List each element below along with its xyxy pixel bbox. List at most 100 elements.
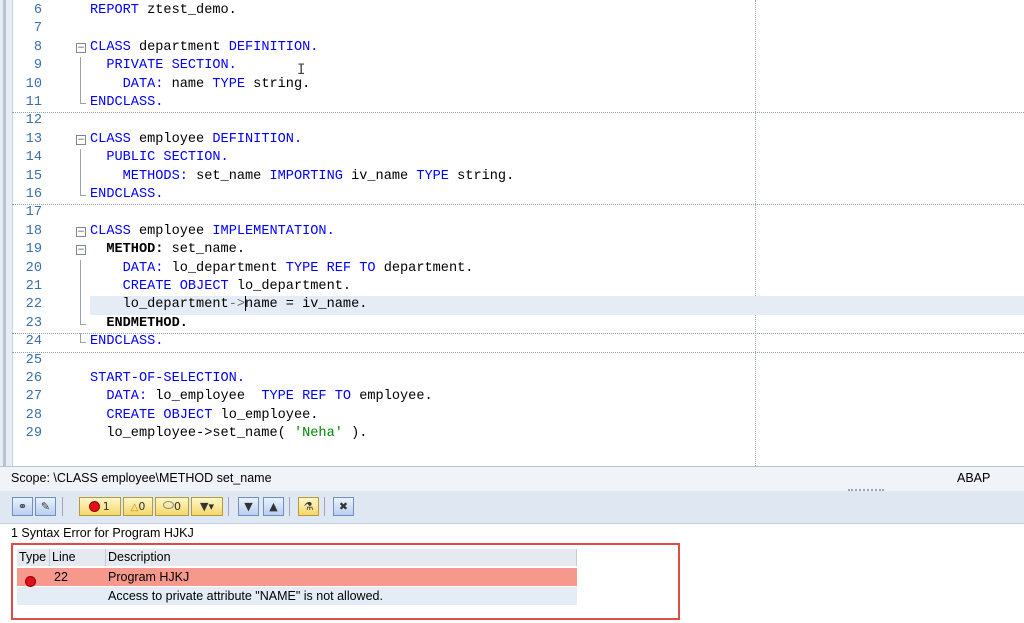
fold-guide [75,167,87,187]
pin-icon[interactable]: ⚗ [298,497,319,516]
code-line[interactable]: 18 CLASS employee IMPLEMENTATION. [12,223,1024,241]
line-number: 9 [33,58,42,74]
fold-guide [75,149,87,168]
fold-toggle-icon[interactable] [75,39,87,57]
info-icon [163,501,174,509]
code-token: DEFINITION. [212,131,303,147]
code-line[interactable]: 27 DATA: lo_employee TYPE REF TO employe… [12,388,1024,406]
code-token: lo_department [90,297,229,313]
fold-toggle-icon[interactable] [75,131,87,149]
error-description: Program HJKJ [108,570,190,584]
code-line[interactable]: 29 lo_employee->set_name( 'Neha' ). [12,425,1024,443]
glasses-icon[interactable]: ⚭ [12,497,33,516]
code-token: TYPE REF TO [285,260,376,276]
code-text: CLASS employee IMPLEMENTATION. [90,223,335,241]
code-token: REPORT [90,3,139,18]
line-number: 21 [25,279,42,294]
line-number: 15 [25,168,42,184]
code-token: START-OF-SELECTION. [90,371,245,386]
code-token: name [163,76,213,92]
errors-filter-button[interactable]: 1 [79,497,121,516]
warning-count: 0 [138,500,146,513]
error-detail-row[interactable]: Access to private attribute "NAME" is no… [17,587,577,605]
code-line[interactable]: 17 [12,204,1024,222]
line-number: 26 [25,371,42,386]
code-token: TYPE REF TO [261,389,352,405]
code-token: -> [228,297,246,313]
code-line[interactable]: 13 CLASS employee DEFINITION. [12,131,1024,149]
code-token: 'Neha' [293,426,343,442]
fold-guide [75,314,87,333]
error-count: 1 [102,500,110,513]
code-line[interactable]: 16 ENDCLASS. [12,186,1024,206]
code-text: ENDCLASS. [90,186,163,204]
error-list-toolbar: ⚭ ✎ 1 △0 0 ▼▾ ▼ ▲ ⚗ ✖ [0,491,1024,524]
code-token: DATA: [90,76,164,92]
error-row[interactable]: 22 Program HJKJ [17,568,577,586]
code-line[interactable]: 9 PRIVATE SECTION. [12,57,1024,76]
column-header-type[interactable]: Type [17,549,50,566]
code-line[interactable]: 11 ENDCLASS. [12,94,1024,114]
code-line[interactable]: 15 METHODS: set_name IMPORTING iv_name T… [12,167,1024,187]
close-icon[interactable]: ✖ [333,497,354,516]
previous-up-icon[interactable]: ▲ [263,497,284,516]
fold-guide [75,75,87,95]
info-filter-button[interactable]: 0 [155,497,189,516]
column-header-line[interactable]: Line [50,549,106,566]
code-line[interactable]: 19 METHOD: set_name. [12,241,1024,259]
line-number: 8 [33,39,42,55]
line-number: 24 [25,334,42,350]
line-number: 22 [25,297,42,313]
code-text: ENDCLASS. [90,94,163,112]
code-text: START-OF-SELECTION. [90,370,245,388]
code-line[interactable]: 6 REPORT ztest_demo. [12,2,1024,20]
info-count: 0 [174,500,181,513]
code-token: ). [342,426,368,442]
line-number: 14 [25,150,42,166]
code-line[interactable]: 21 CREATE OBJECT lo_department. [12,278,1024,297]
code-line[interactable]: 12 [12,112,1024,130]
code-line[interactable]: 28 CREATE OBJECT lo_employee. [12,407,1024,425]
code-line[interactable]: 25 [12,352,1024,370]
error-line: 22 [54,570,68,584]
column-header-description[interactable]: Description [106,549,577,566]
code-token: DATA: [90,389,148,405]
code-editor[interactable]: 6 REPORT ztest_demo. 7 8 CLASS department DE… [0,0,1024,466]
code-line[interactable]: 14 PUBLIC SECTION. [12,149,1024,168]
next-down-icon[interactable]: ▼ [238,497,259,516]
pencil-icon[interactable]: ✎ [35,497,56,516]
code-token: ztest_demo. [138,3,237,18]
code-line[interactable]: 26 START-OF-SELECTION. [12,370,1024,388]
code-token: employee. [351,389,433,405]
code-token: employee [130,131,213,147]
filter-icon[interactable]: ▼▾ [191,497,223,516]
code-token: CLASS [90,131,131,147]
fold-guide [75,57,87,76]
code-line[interactable]: 8 CLASS department DEFINITION. [12,39,1024,57]
fold-toggle-icon[interactable] [75,223,87,241]
fold-guide [75,296,87,316]
code-token: set_name. [163,242,245,258]
mouse-ibeam-cursor-icon: I [297,62,306,78]
code-text: DATA: lo_department TYPE REF TO departme… [90,260,474,278]
code-line[interactable]: 7 [12,20,1024,38]
code-line[interactable]: 23 ENDMETHOD. [12,314,1024,335]
language-indicator: ABAP [957,471,991,485]
code-line[interactable]: 20 DATA: lo_department TYPE REF TO depar… [12,259,1024,279]
line-number: 29 [25,426,42,442]
code-token: lo_department [163,260,286,276]
line-number: 23 [25,315,42,331]
fold-guide [75,278,87,297]
code-line[interactable]: 10 DATA: name TYPE string. [12,75,1024,95]
code-line[interactable]: 22 lo_department->name = iv_name. [12,296,1024,316]
code-text: DATA: lo_employee TYPE REF TO employee. [90,388,433,406]
line-number: 10 [25,76,42,92]
code-text: ENDMETHOD. [90,315,188,333]
code-line[interactable]: 24 ENDCLASS. [12,333,1024,353]
code-token: TYPE [416,168,449,184]
code-token: employee [130,223,213,239]
fold-toggle-icon[interactable] [75,241,87,259]
warnings-filter-button[interactable]: △0 [123,497,153,516]
code-token: TYPE [212,76,246,92]
line-number: 27 [25,389,42,405]
